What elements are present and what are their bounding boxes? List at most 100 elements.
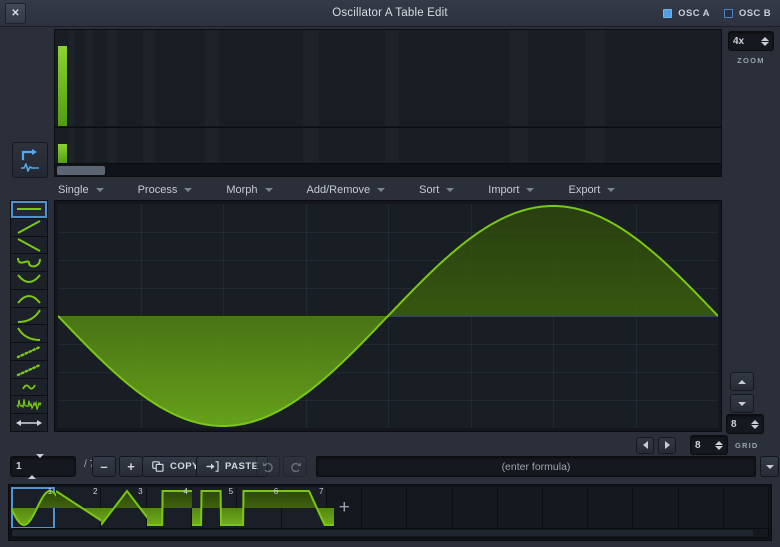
- zoom-stepper-arrows[interactable]: [761, 36, 769, 46]
- zoom-spinner[interactable]: 4x: [728, 31, 774, 51]
- preset-ease-in-curve[interactable]: [11, 307, 47, 326]
- osc-a-toggle[interactable]: OSC A: [663, 8, 710, 19]
- chevron-down-icon[interactable]: [35, 453, 44, 475]
- chevron-down-icon[interactable]: [715, 445, 723, 450]
- empty-frame-slot[interactable]: [362, 487, 408, 529]
- chevron-up-icon[interactable]: [27, 457, 36, 479]
- harmonic-magnitude-bar[interactable]: [58, 46, 67, 126]
- chevron-up-icon[interactable]: [751, 419, 759, 424]
- preset-dotted-ramp-down[interactable]: [11, 360, 47, 379]
- chevron-up-icon[interactable]: [761, 36, 769, 41]
- valley-curve-icon: [17, 274, 41, 284]
- preset-small-wave[interactable]: [11, 378, 47, 397]
- menu-item-sort[interactable]: Sort: [415, 184, 458, 196]
- formula-input[interactable]: (enter formula): [316, 456, 756, 477]
- spectrum-phase-area[interactable]: [55, 127, 721, 164]
- menu-item-export[interactable]: Export: [564, 184, 619, 196]
- nudge-up-button[interactable]: [730, 372, 754, 391]
- chevron-down-icon[interactable]: [751, 424, 759, 429]
- frame-thumbnail[interactable]: 2: [56, 487, 109, 529]
- harmonic-phase-bar[interactable]: [58, 144, 67, 164]
- spectrum-magnitude-area[interactable]: [55, 30, 721, 126]
- menu-item-single[interactable]: Single: [54, 184, 108, 196]
- empty-frame-slot[interactable]: [497, 487, 544, 529]
- menu-item-process[interactable]: Process: [134, 184, 197, 196]
- redo-button[interactable]: [283, 456, 307, 477]
- spectrum-band: [69, 128, 74, 164]
- spectrum-panel[interactable]: [54, 29, 722, 177]
- spectrum-scrollbar-thumb[interactable]: [57, 166, 105, 175]
- spectrum-band: [143, 128, 155, 164]
- empty-frame-slot[interactable]: [588, 487, 634, 529]
- grid-value-spinner[interactable]: 8: [690, 435, 728, 455]
- dotted-ramp-up-icon: [16, 345, 42, 358]
- spectrum-band: [303, 30, 319, 126]
- preset-s-curve[interactable]: [11, 254, 47, 273]
- preset-ease-out-curve[interactable]: [11, 325, 47, 344]
- frame-waveform-icon: [282, 490, 335, 526]
- chevron-down-icon[interactable]: [761, 41, 769, 46]
- chevron-down-icon: [738, 401, 746, 406]
- preset-horizontal-resize[interactable]: [11, 414, 47, 431]
- frame-list: 1 2 3 4 5 6 7 +: [11, 487, 770, 529]
- empty-frame-slot[interactable]: [452, 487, 498, 529]
- undo-button[interactable]: [256, 456, 280, 477]
- menu-item-add-remove[interactable]: Add/Remove: [303, 184, 390, 196]
- spectrum-scrollbar[interactable]: [55, 163, 721, 176]
- preset-hill-curve[interactable]: [11, 289, 47, 308]
- preset-dotted-ramp-up[interactable]: [11, 343, 47, 361]
- vertical-value-spinner[interactable]: 8: [726, 414, 764, 434]
- grid-stepper-arrows[interactable]: [715, 440, 723, 450]
- frame-thumbnail[interactable]: 4: [146, 487, 199, 529]
- preset-ramp-down[interactable]: [11, 236, 47, 255]
- empty-frame-slot[interactable]: [723, 487, 770, 529]
- grid-prev-button[interactable]: [636, 436, 654, 454]
- waveform-editor[interactable]: [54, 200, 722, 432]
- grid-control-group: 8 GRID: [636, 435, 759, 455]
- waveform-editor-canvas[interactable]: [58, 204, 718, 428]
- frame-thumbnail[interactable]: 3: [101, 487, 154, 529]
- frame-thumbnail[interactable]: 7: [282, 487, 335, 529]
- frame-index-spinner[interactable]: 1: [10, 453, 76, 479]
- frame-thumbnail[interactable]: 5: [191, 487, 244, 529]
- preset-ramp-up[interactable]: [11, 218, 47, 237]
- frame-strip-scrollbar-thumb[interactable]: [12, 530, 753, 536]
- spectrum-to-wave-button[interactable]: [12, 142, 48, 178]
- menu-item-morph[interactable]: Morph: [222, 184, 276, 196]
- chevron-down-icon: [377, 188, 386, 192]
- preset-noise[interactable]: [11, 396, 47, 415]
- waveform-curve: [58, 204, 718, 428]
- waveform-preset-strip: [10, 200, 48, 432]
- chevron-down-icon: [607, 188, 616, 192]
- waveform-icon: [21, 162, 39, 172]
- frame-index-stepper-arrows[interactable]: [27, 453, 44, 479]
- osc-b-checkbox[interactable]: [723, 9, 733, 18]
- menu-item-import[interactable]: Import: [484, 184, 538, 196]
- formula-dropdown-button[interactable]: [760, 456, 779, 477]
- empty-frame-slot[interactable]: [407, 487, 453, 529]
- empty-frame-slot[interactable]: [543, 487, 589, 529]
- nudge-down-button[interactable]: [730, 394, 754, 413]
- grid-next-button[interactable]: [658, 436, 676, 454]
- bottom-toolbar: 1 / 7 – + COPY PASTE (enter formula): [0, 453, 780, 482]
- frame-thumbnail[interactable]: 1: [11, 487, 63, 529]
- vertical-stepper-arrows[interactable]: [751, 419, 759, 429]
- empty-frame-slot[interactable]: [678, 487, 724, 529]
- preset-valley-curve[interactable]: [11, 272, 47, 290]
- spectrum-band: [107, 128, 117, 164]
- chevron-up-icon[interactable]: [715, 440, 723, 445]
- paste-label: PASTE: [225, 461, 259, 472]
- remove-frame-button[interactable]: –: [92, 456, 116, 477]
- menu-item-label: Sort: [419, 184, 440, 196]
- preset-flat-line[interactable]: [11, 201, 47, 219]
- wavetable-frame-strip: 1 2 3 4 5 6 7 +: [8, 484, 772, 541]
- add-frame-button-small[interactable]: +: [119, 456, 143, 477]
- oscillator-table-edit-window: ✕ Oscillator A Table Edit OSC A OSC B 4x: [0, 0, 780, 547]
- menu-item-label: Process: [137, 184, 178, 196]
- close-button[interactable]: ✕: [5, 2, 26, 24]
- frame-strip-scrollbar[interactable]: [11, 528, 769, 538]
- empty-frame-slot[interactable]: [633, 487, 679, 529]
- osc-a-checkbox[interactable]: [663, 9, 673, 18]
- frame-thumbnail[interactable]: 6: [237, 487, 290, 529]
- osc-b-toggle[interactable]: OSC B: [723, 8, 771, 19]
